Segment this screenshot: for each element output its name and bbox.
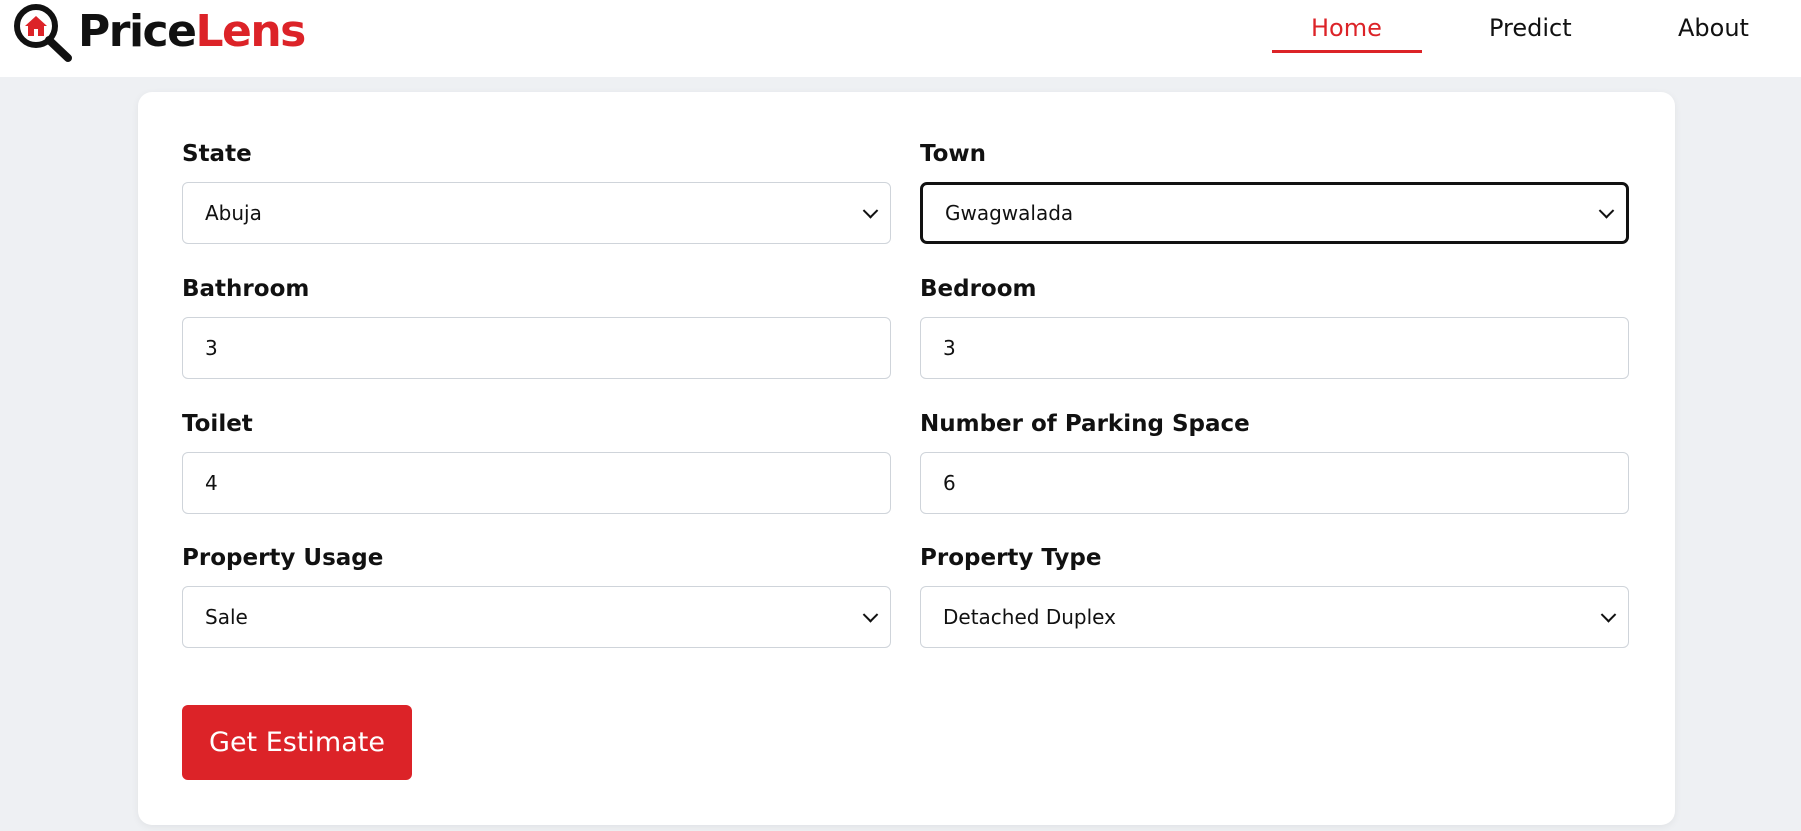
chevron-down-icon [862, 607, 879, 623]
bedroom-label: Bedroom [920, 276, 1037, 302]
nav-predict[interactable]: Predict [1489, 14, 1572, 42]
brand-name: PriceLens [78, 10, 306, 54]
town-value: Gwagwalada [945, 201, 1074, 225]
bathroom-label: Bathroom [182, 276, 310, 302]
logo[interactable]: PriceLens [12, 2, 306, 62]
chevron-down-icon [862, 203, 879, 219]
parking-input[interactable]: 6 [920, 452, 1629, 514]
toilet-label: Toilet [182, 411, 253, 437]
parking-label: Number of Parking Space [920, 411, 1250, 437]
type-label: Property Type [920, 545, 1102, 571]
town-label: Town [920, 141, 987, 167]
brand-name-price: Price [78, 6, 197, 57]
brand-name-lens: Lens [195, 6, 306, 57]
state-value: Abuja [205, 201, 262, 225]
toilet-field: Toilet 4 [182, 410, 891, 514]
type-value: Detached Duplex [943, 605, 1116, 629]
nav-active-underline [1272, 50, 1422, 53]
town-field: Town Gwagwalada [920, 140, 1629, 244]
bathroom-value: 3 [205, 336, 218, 360]
type-field: Property Type Detached Duplex [920, 544, 1629, 648]
bathroom-field: Bathroom 3 [182, 275, 891, 379]
usage-label: Property Usage [182, 545, 384, 571]
bathroom-input[interactable]: 3 [182, 317, 891, 379]
chevron-down-icon [1600, 607, 1617, 623]
magnifier-house-icon [12, 2, 74, 62]
bedroom-field: Bedroom 3 [920, 275, 1629, 379]
town-select[interactable]: Gwagwalada [920, 182, 1629, 244]
bedroom-value: 3 [943, 336, 956, 360]
chevron-down-icon [1598, 203, 1615, 219]
toilet-value: 4 [205, 471, 218, 495]
usage-select[interactable]: Sale [182, 586, 891, 648]
parking-field: Number of Parking Space 6 [920, 410, 1629, 514]
navbar: PriceLens Home Predict About [0, 0, 1801, 77]
state-select[interactable]: Abuja [182, 182, 891, 244]
state-field: State Abuja [182, 140, 891, 244]
usage-field: Property Usage Sale [182, 544, 891, 648]
bedroom-input[interactable]: 3 [920, 317, 1629, 379]
get-estimate-button[interactable]: Get Estimate [182, 705, 412, 780]
type-select[interactable]: Detached Duplex [920, 586, 1629, 648]
nav-about[interactable]: About [1678, 14, 1749, 42]
nav-home[interactable]: Home [1311, 14, 1382, 42]
usage-value: Sale [205, 605, 248, 629]
state-label: State [182, 141, 252, 167]
toilet-input[interactable]: 4 [182, 452, 891, 514]
parking-value: 6 [943, 471, 956, 495]
